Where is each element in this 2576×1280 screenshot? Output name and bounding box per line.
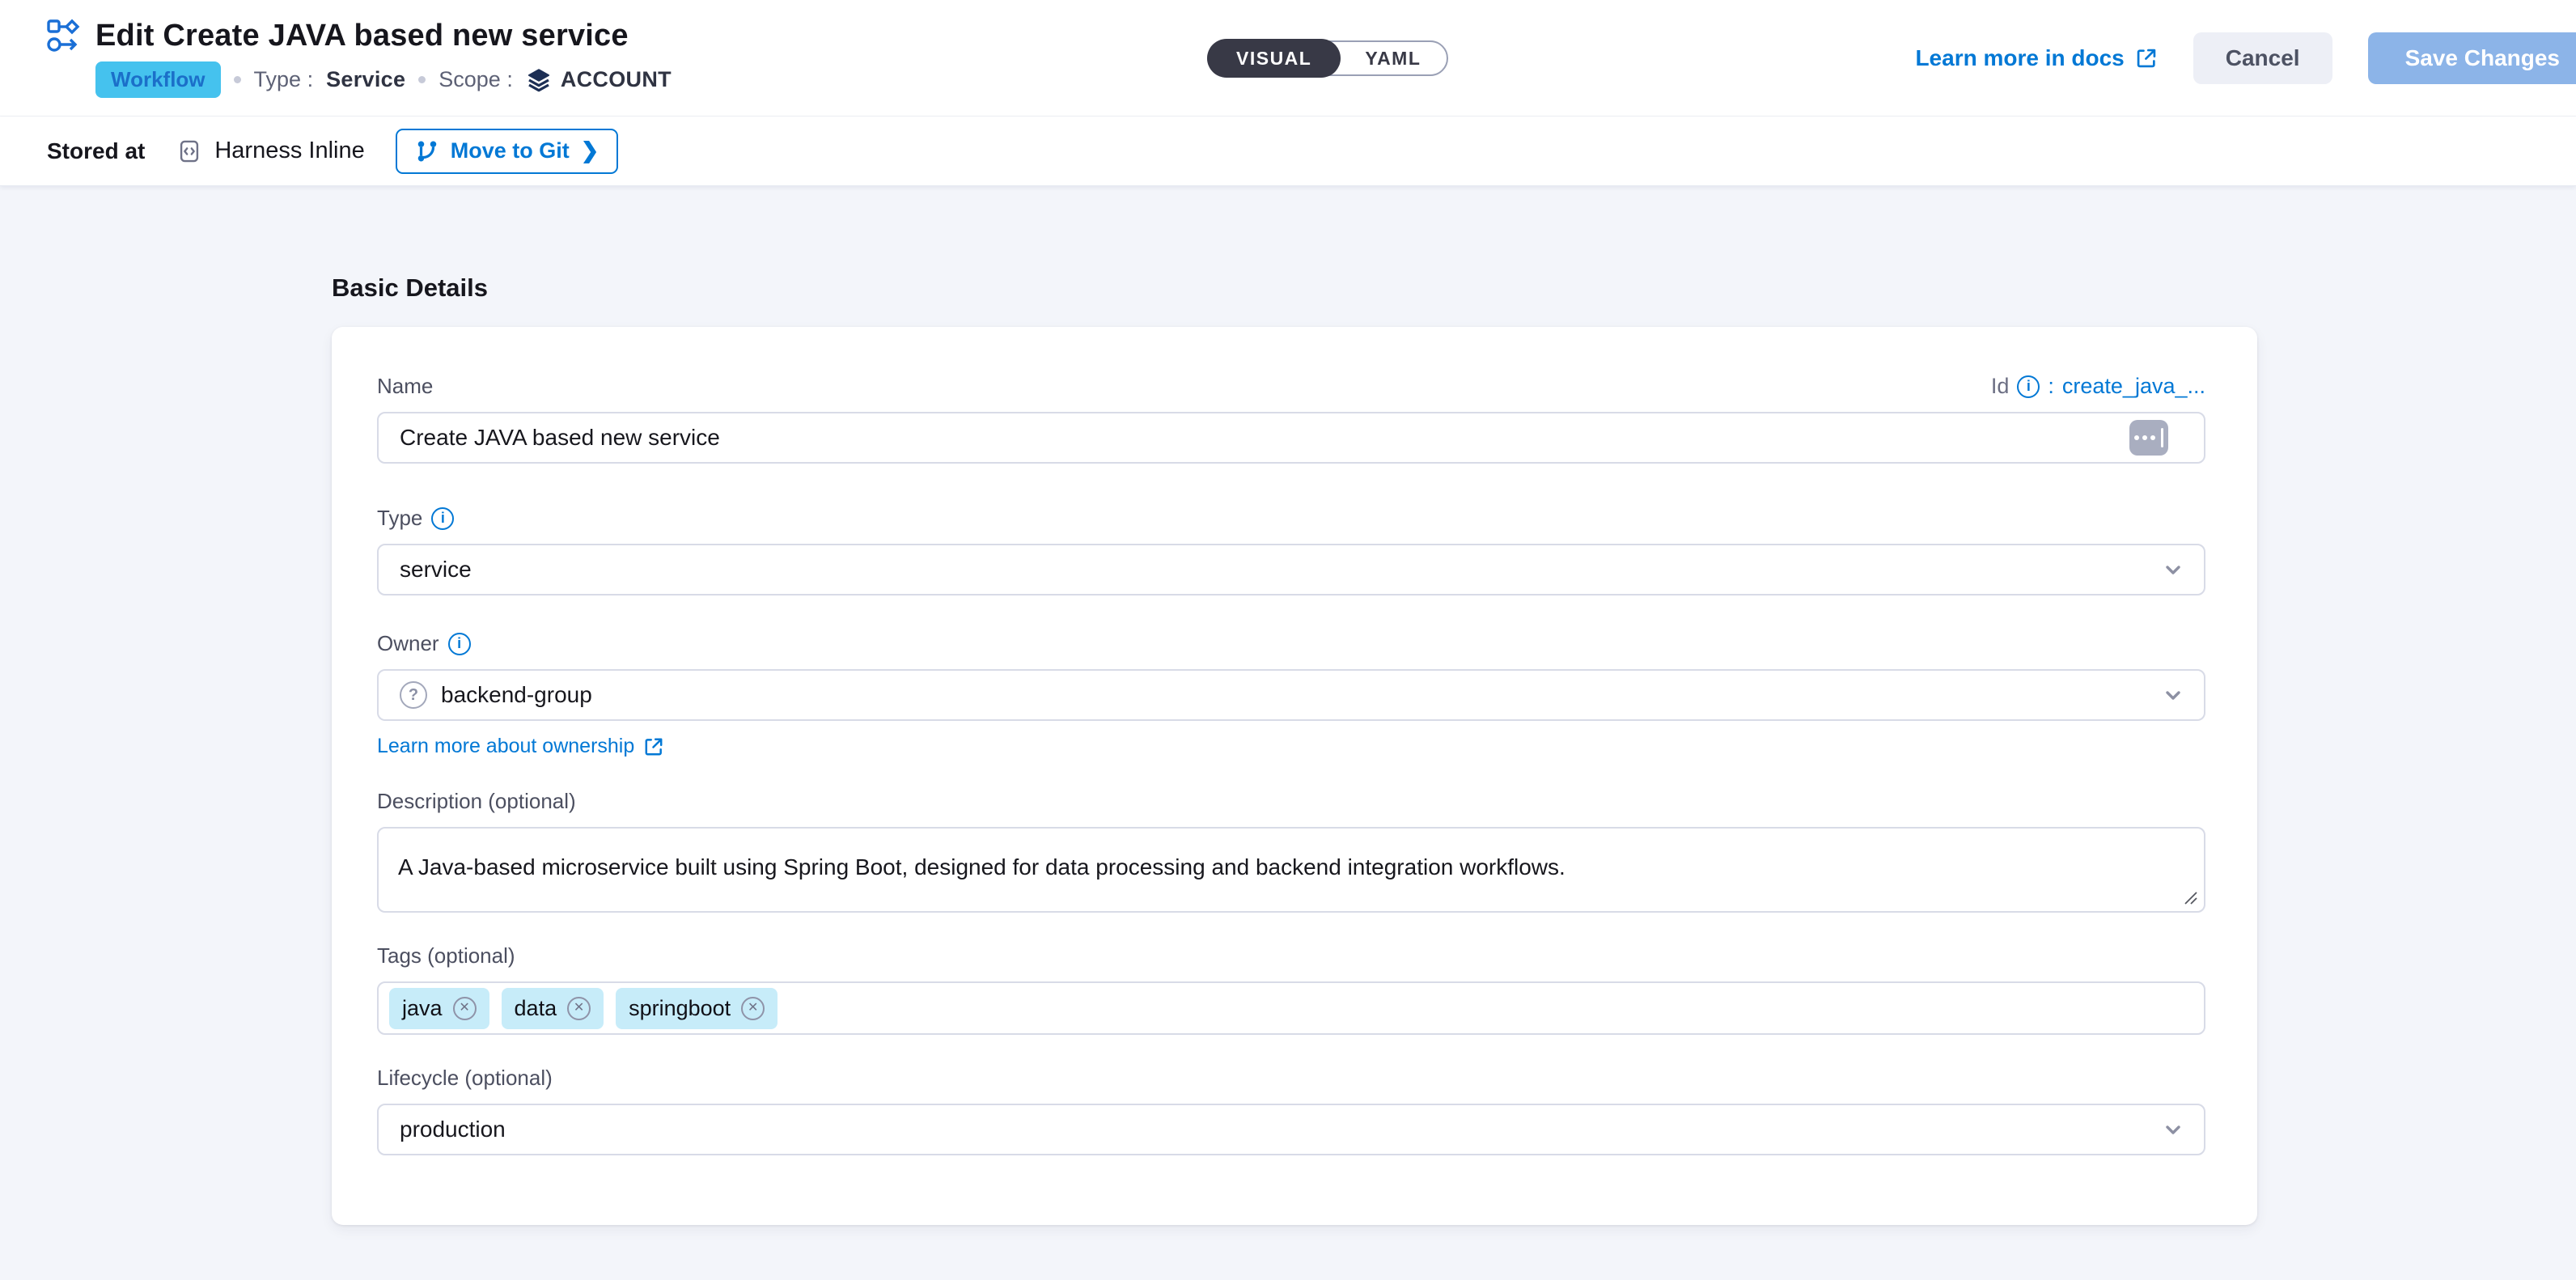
chevron-down-icon bbox=[2160, 557, 2186, 583]
tags-label: Tags (optional) bbox=[377, 943, 515, 968]
move-to-git-label: Move to Git bbox=[451, 138, 570, 163]
tag-chip-label: springboot bbox=[629, 996, 731, 1021]
type-select-value: service bbox=[400, 557, 472, 583]
external-link-icon bbox=[643, 736, 664, 757]
entity-id-row: Id i : create_java_... bbox=[1991, 374, 2205, 399]
chevron-down-icon bbox=[2160, 682, 2186, 708]
type-select[interactable]: service bbox=[377, 544, 2205, 595]
id-value-link[interactable]: create_java_... bbox=[2062, 374, 2205, 399]
main-content: Basic Details Name Id i : create_java_..… bbox=[0, 186, 2576, 1225]
owner-select-value: backend-group bbox=[441, 682, 592, 708]
owner-select[interactable]: ? backend-group bbox=[377, 669, 2205, 721]
title-block: Edit Create JAVA based new service Workf… bbox=[45, 18, 672, 98]
storage-bar: Stored at Harness Inline Move to Git ❯ bbox=[0, 117, 2576, 186]
learn-more-docs-label: Learn more in docs bbox=[1915, 45, 2124, 71]
circle-x-icon[interactable]: ✕ bbox=[453, 997, 477, 1020]
save-changes-button[interactable]: Save Changes bbox=[2368, 32, 2576, 84]
question-circle-icon: ? bbox=[400, 681, 427, 709]
scope-meta-value: ACCOUNT bbox=[561, 67, 672, 92]
tag-chip-label: data bbox=[515, 996, 557, 1021]
type-meta-value: Service bbox=[326, 67, 405, 92]
tags-field-group: Tags (optional) java ✕ data ✕ springboot… bbox=[377, 943, 2205, 1035]
ownership-link[interactable]: Learn more about ownership bbox=[377, 735, 664, 758]
learn-more-docs-link[interactable]: Learn more in docs bbox=[1915, 45, 2157, 71]
scope-meta-label: Scope : bbox=[439, 67, 513, 92]
inline-code-icon bbox=[176, 138, 203, 165]
page-title: Edit Create JAVA based new service bbox=[95, 19, 629, 53]
circle-x-icon[interactable]: ✕ bbox=[741, 997, 765, 1020]
description-field-group: Description (optional) A Java-based micr… bbox=[377, 789, 2205, 913]
type-field-group: Type i service bbox=[377, 506, 2205, 595]
resize-handle-icon[interactable] bbox=[2180, 888, 2198, 905]
text-cursor-icon[interactable] bbox=[2129, 420, 2168, 456]
chevron-right-icon: ❯ bbox=[581, 140, 600, 162]
lifecycle-field-group: Lifecycle (optional) production bbox=[377, 1066, 2205, 1155]
info-circle-icon[interactable]: i bbox=[448, 633, 471, 655]
visual-yaml-toggle: VISUAL YAML bbox=[1207, 40, 1448, 76]
storage-location-label: Harness Inline bbox=[214, 138, 364, 164]
owner-label: Owner i bbox=[377, 631, 471, 656]
ownership-link-label: Learn more about ownership bbox=[377, 735, 634, 758]
description-label: Description (optional) bbox=[377, 789, 576, 814]
info-circle-icon[interactable]: i bbox=[2017, 375, 2040, 398]
type-meta-label: Type : bbox=[254, 67, 314, 92]
name-input[interactable] bbox=[400, 413, 2183, 462]
page-header: Edit Create JAVA based new service Workf… bbox=[0, 0, 2576, 117]
description-textarea-wrapper: A Java-based microservice built using Sp… bbox=[377, 827, 2205, 913]
tab-visual[interactable]: VISUAL bbox=[1207, 39, 1341, 78]
move-to-git-button[interactable]: Move to Git ❯ bbox=[396, 129, 619, 174]
tag-chip-label: java bbox=[402, 996, 443, 1021]
lifecycle-label: Lifecycle (optional) bbox=[377, 1066, 553, 1091]
entity-meta: Workflow Type : Service Scope : ACCOUNT bbox=[95, 61, 672, 98]
meta-separator-dot bbox=[418, 76, 426, 83]
description-textarea[interactable]: A Java-based microservice built using Sp… bbox=[379, 829, 2204, 911]
id-label: Id bbox=[1991, 374, 2010, 399]
layers-icon bbox=[526, 67, 552, 93]
type-label: Type i bbox=[377, 506, 454, 531]
cancel-button[interactable]: Cancel bbox=[2193, 32, 2332, 84]
stored-at-label: Stored at bbox=[47, 138, 145, 164]
tag-chip: data ✕ bbox=[502, 988, 604, 1029]
lifecycle-select-value: production bbox=[400, 1117, 506, 1142]
git-branch-icon bbox=[415, 139, 439, 163]
external-link-icon bbox=[2135, 47, 2158, 70]
workflow-badge: Workflow bbox=[95, 61, 221, 98]
header-actions: Learn more in docs Cancel Save Changes bbox=[1915, 32, 2576, 84]
owner-field-group: Owner i ? backend-group Learn more about… bbox=[377, 631, 2205, 758]
tag-chip: java ✕ bbox=[389, 988, 489, 1029]
name-input-wrapper bbox=[377, 412, 2205, 464]
circle-x-icon[interactable]: ✕ bbox=[567, 997, 591, 1020]
name-label: Name bbox=[377, 374, 433, 399]
tags-input[interactable]: java ✕ data ✕ springboot ✕ bbox=[377, 981, 2205, 1035]
info-circle-icon[interactable]: i bbox=[431, 507, 454, 530]
workflow-icon bbox=[45, 18, 81, 53]
id-separator: : bbox=[2048, 374, 2054, 399]
meta-separator-dot bbox=[234, 76, 241, 83]
section-title: Basic Details bbox=[332, 273, 2576, 303]
name-field-group: Name Id i : create_java_... bbox=[377, 374, 2205, 464]
tag-chip: springboot ✕ bbox=[616, 988, 777, 1029]
chevron-down-icon bbox=[2160, 1117, 2186, 1142]
lifecycle-select[interactable]: production bbox=[377, 1104, 2205, 1155]
tab-yaml[interactable]: YAML bbox=[1339, 42, 1447, 74]
storage-location: Harness Inline bbox=[176, 138, 364, 165]
basic-details-card: Name Id i : create_java_... Type bbox=[332, 327, 2257, 1225]
